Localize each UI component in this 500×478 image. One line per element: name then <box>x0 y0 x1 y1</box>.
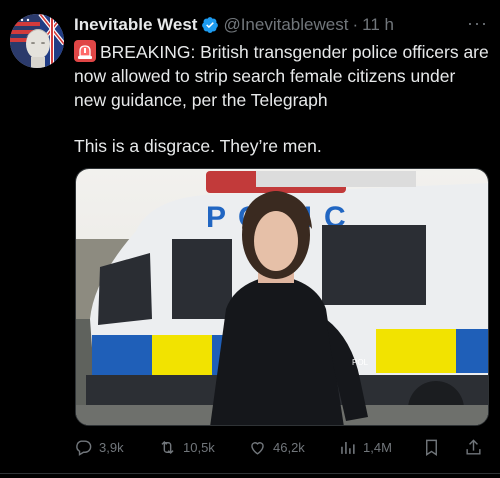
tweet-line-1: BREAKING: British transgender police off… <box>74 40 490 112</box>
views-icon <box>341 441 355 454</box>
tweet-header: Inevitable West @Inevitablewest · 11 h ·… <box>74 14 490 36</box>
views-button[interactable]: 1,4M <box>338 436 392 458</box>
timestamp[interactable]: 11 h <box>362 15 394 35</box>
bookmark-icon <box>426 439 437 456</box>
display-name[interactable]: Inevitable West <box>74 15 197 35</box>
tweet-line-2: This is a disgrace. They’re men. <box>74 136 322 156</box>
tweet-media-image[interactable]: POLIC POL <box>75 168 489 426</box>
retweet-icon <box>161 440 174 454</box>
avatar[interactable] <box>10 14 64 68</box>
verified-badge-icon <box>201 16 219 34</box>
separator-dot: · <box>352 15 359 34</box>
tweet[interactable]: Inevitable West @Inevitablewest · 11 h ·… <box>0 0 500 478</box>
siren-emoji-icon <box>74 40 96 62</box>
share-icon <box>466 438 481 455</box>
sleeve-police-text: POL <box>352 358 369 367</box>
tweet-text: BREAKING: British transgender police off… <box>74 40 490 158</box>
tweet-line-1-text: BREAKING: British transgender police off… <box>74 42 489 110</box>
retweet-count: 10,5k <box>183 439 215 455</box>
share-button[interactable] <box>464 436 483 458</box>
views-count: 1,4M <box>363 439 392 455</box>
reply-icon <box>76 439 92 456</box>
more-dots-icon[interactable]: ··· <box>467 14 488 32</box>
bookmark-button[interactable] <box>422 436 441 458</box>
reply-count: 3,9k <box>99 439 124 455</box>
like-count: 46,2k <box>273 439 305 455</box>
handle[interactable]: @Inevitablewest <box>223 15 348 35</box>
divider <box>0 473 500 474</box>
like-button[interactable]: 46,2k <box>248 436 305 458</box>
retweet-button[interactable]: 10,5k <box>158 436 215 458</box>
reply-button[interactable]: 3,9k <box>74 436 124 458</box>
action-bar: 3,9k 10,5k 46,2k 1,4M <box>74 436 490 458</box>
heart-icon <box>251 441 264 455</box>
